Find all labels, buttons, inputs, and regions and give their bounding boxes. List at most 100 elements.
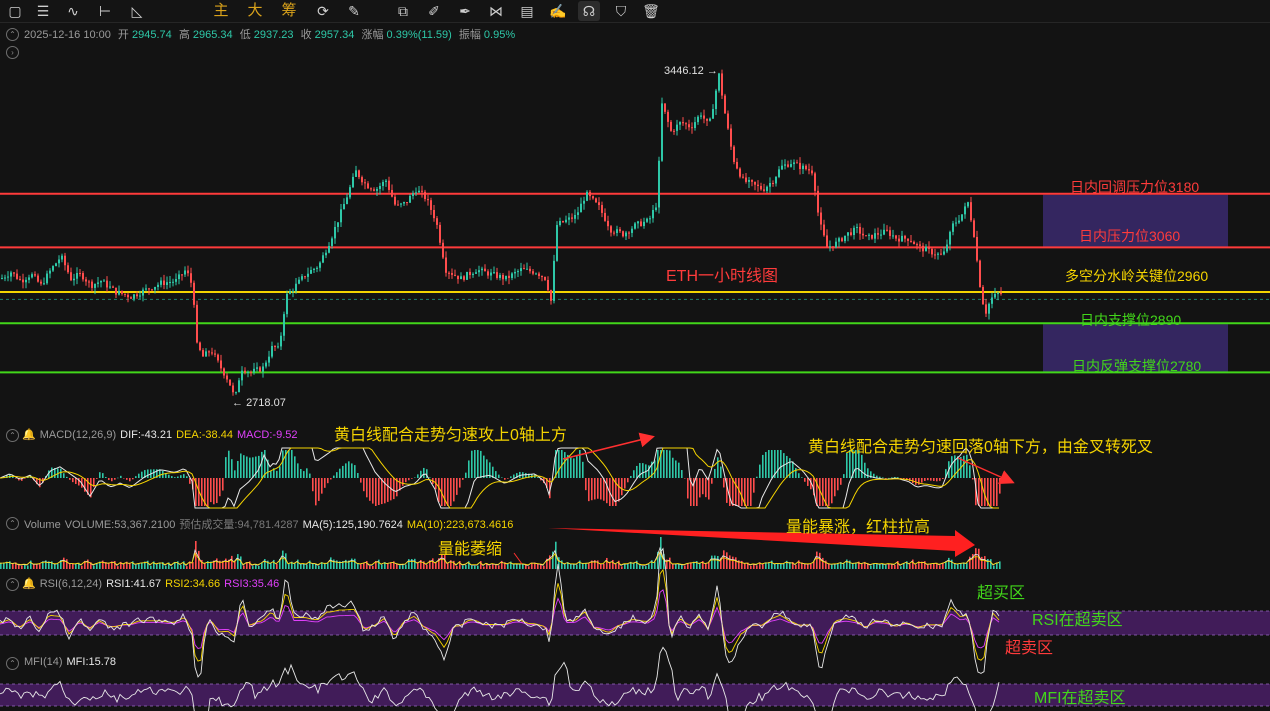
candle-body <box>829 246 831 248</box>
candle-body <box>7 276 9 278</box>
macd-bar <box>588 478 590 502</box>
candle-body <box>925 246 927 252</box>
candle-body <box>781 165 783 170</box>
candle-body <box>463 276 465 280</box>
macd-bar <box>840 478 842 485</box>
candle-body <box>55 263 57 267</box>
candle-body <box>691 127 693 129</box>
macd-bar <box>648 465 650 478</box>
macd-bar <box>201 478 203 506</box>
candle-body <box>85 279 87 282</box>
volume-bar <box>75 564 77 569</box>
candle-body <box>910 240 912 242</box>
candle-body <box>10 272 12 277</box>
volume-bar <box>528 566 530 569</box>
candle-body <box>133 294 135 299</box>
macd-bar <box>564 452 566 478</box>
macd-toggle-icon[interactable]: ⌃ <box>6 429 19 442</box>
candle-body <box>442 242 444 258</box>
macd-bar <box>930 478 932 481</box>
volume-bar <box>852 563 854 569</box>
macd-bar <box>15 478 17 479</box>
candle-body <box>376 188 378 191</box>
candle-body <box>922 245 924 252</box>
candle-body <box>454 274 456 276</box>
macd-bar <box>795 467 797 478</box>
macd-bar <box>627 478 629 483</box>
macd-bar <box>957 456 959 478</box>
rsi-toggle-icon[interactable]: ⌃ <box>6 578 19 591</box>
candle-body <box>184 270 186 275</box>
macd-bar <box>342 465 344 478</box>
macd-bar <box>963 455 965 478</box>
volume-bar <box>717 555 719 569</box>
candle-body <box>964 206 966 215</box>
volume-bar <box>810 563 812 569</box>
volume-bar <box>369 565 371 569</box>
macd-bar <box>933 478 935 482</box>
volume-note-shrink: 量能萎缩 <box>438 541 503 558</box>
volume-bar <box>669 557 671 569</box>
macd-bar <box>138 473 140 478</box>
macd-bar <box>750 478 752 506</box>
macd-bar <box>768 450 770 478</box>
candle-body <box>598 202 600 206</box>
candle-body <box>97 282 99 284</box>
macd-bar <box>237 460 239 478</box>
volume-toggle-icon[interactable]: ⌃ <box>6 517 19 530</box>
volume-bar <box>744 563 746 569</box>
macd-bar <box>123 478 125 479</box>
volume-bar <box>699 563 701 569</box>
candle-body <box>379 186 381 189</box>
macd-bar <box>927 478 929 481</box>
macd-bar <box>732 478 734 506</box>
candle-body <box>91 281 93 288</box>
candle-body <box>472 273 474 275</box>
candle-body <box>352 176 354 188</box>
mfi-toggle-icon[interactable]: ⌃ <box>6 657 19 670</box>
candle-body <box>670 121 672 131</box>
macd-bar <box>207 478 209 506</box>
volume-bar <box>456 565 458 569</box>
rsi-note-oversold: 超卖区 <box>1005 640 1054 657</box>
volume-bar <box>822 557 824 569</box>
macd-bar <box>414 477 416 478</box>
volume-bar <box>891 564 893 569</box>
candle-body <box>304 276 306 278</box>
macd-bar <box>966 454 968 478</box>
candle-body <box>949 231 951 245</box>
candle-body <box>505 275 507 280</box>
volume-bar <box>705 563 707 569</box>
candle-body <box>16 273 18 279</box>
volume-bar <box>735 557 737 569</box>
macd-bar <box>753 478 755 493</box>
candle-body <box>535 273 537 275</box>
macd-bar <box>792 461 794 478</box>
candle-body <box>70 272 72 281</box>
candle-body <box>295 283 297 291</box>
candle-body <box>589 191 591 197</box>
candle-body <box>382 182 384 187</box>
candle-body <box>457 275 459 280</box>
macd-bar <box>114 478 116 480</box>
macd-bar <box>135 476 137 478</box>
candle-body <box>868 234 870 236</box>
volume-bar <box>474 565 476 569</box>
low-marker: ← 2718.07 <box>232 397 286 409</box>
level-label-3060: 日内压力位3060 <box>1079 228 1181 244</box>
candle-body <box>931 248 933 255</box>
chart-title: ETH一小时线图 <box>666 268 779 285</box>
macd-bar <box>636 465 638 478</box>
volume-bar <box>627 563 629 569</box>
macd-bar <box>75 478 77 484</box>
volume-bar <box>93 565 95 569</box>
candle-body <box>349 187 351 198</box>
macd-note-up: 黄白线配合走势匀速攻上0轴上方 <box>334 427 567 444</box>
candle-body <box>703 115 705 119</box>
volume-bar <box>960 563 962 569</box>
macd-bar <box>924 478 926 481</box>
macd-bar <box>471 450 473 478</box>
volume-bar <box>204 563 206 569</box>
macd-bar <box>360 478 362 483</box>
candle-body <box>661 103 663 161</box>
